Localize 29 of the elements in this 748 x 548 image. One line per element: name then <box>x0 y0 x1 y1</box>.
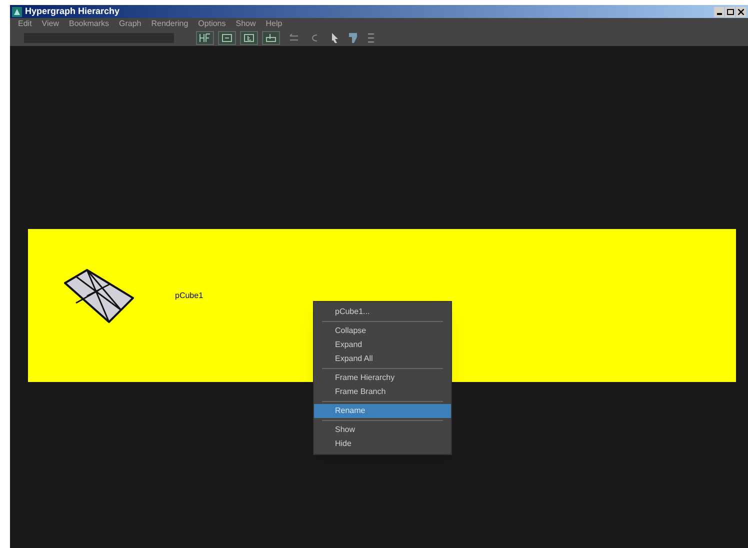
close-button[interactable] <box>736 6 746 16</box>
close-icon <box>738 8 744 14</box>
menu-option[interactable]: Rename <box>314 404 451 418</box>
app-icon <box>12 6 22 16</box>
menu-item[interactable]: Options <box>198 20 226 28</box>
select-arrow-icon[interactable] <box>330 32 340 44</box>
menu-item[interactable]: Graph <box>119 20 142 28</box>
menu-item[interactable]: View <box>42 20 59 28</box>
minimize-button[interactable] <box>714 6 724 16</box>
minimize-icon <box>716 12 722 14</box>
menu-item[interactable]: Bookmarks <box>69 20 110 28</box>
list-icon[interactable] <box>368 32 374 44</box>
menu-option[interactable]: pCube1... <box>314 305 451 319</box>
menu-option[interactable]: Frame Branch <box>314 385 451 399</box>
maximize-icon <box>726 8 734 14</box>
node-label[interactable]: pCube1 <box>175 290 204 302</box>
menu-option[interactable]: Expand <box>314 338 451 352</box>
menu-option[interactable]: Hide <box>314 437 451 451</box>
menu-item[interactable]: Help <box>266 20 282 28</box>
menu-item[interactable]: Edit <box>18 20 32 28</box>
window-title: Hypergraph Hierarchy <box>25 7 120 16</box>
menu-item[interactable]: Rendering <box>151 20 188 28</box>
menu-option[interactable]: Frame Hierarchy <box>314 371 451 385</box>
menu-option[interactable]: Collapse <box>314 324 451 338</box>
polygon-mesh-icon[interactable] <box>64 268 134 322</box>
menu-item[interactable]: Show <box>236 20 256 28</box>
menu-option[interactable]: Expand All <box>314 352 451 366</box>
maximize-button[interactable] <box>725 6 735 16</box>
menu-option[interactable]: Show <box>314 423 451 437</box>
